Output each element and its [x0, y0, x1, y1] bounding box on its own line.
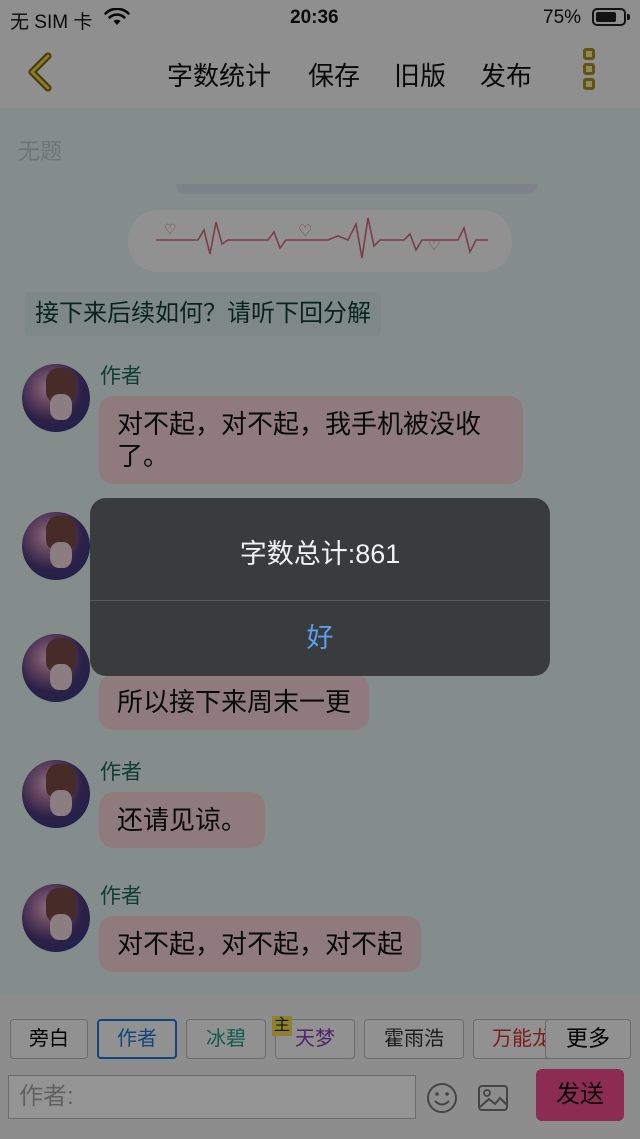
alert-ok-button[interactable]: 好 — [90, 601, 550, 676]
word-count-alert: 字数总计:861 好 — [90, 498, 550, 676]
alert-title: 字数总计:861 — [239, 539, 401, 569]
